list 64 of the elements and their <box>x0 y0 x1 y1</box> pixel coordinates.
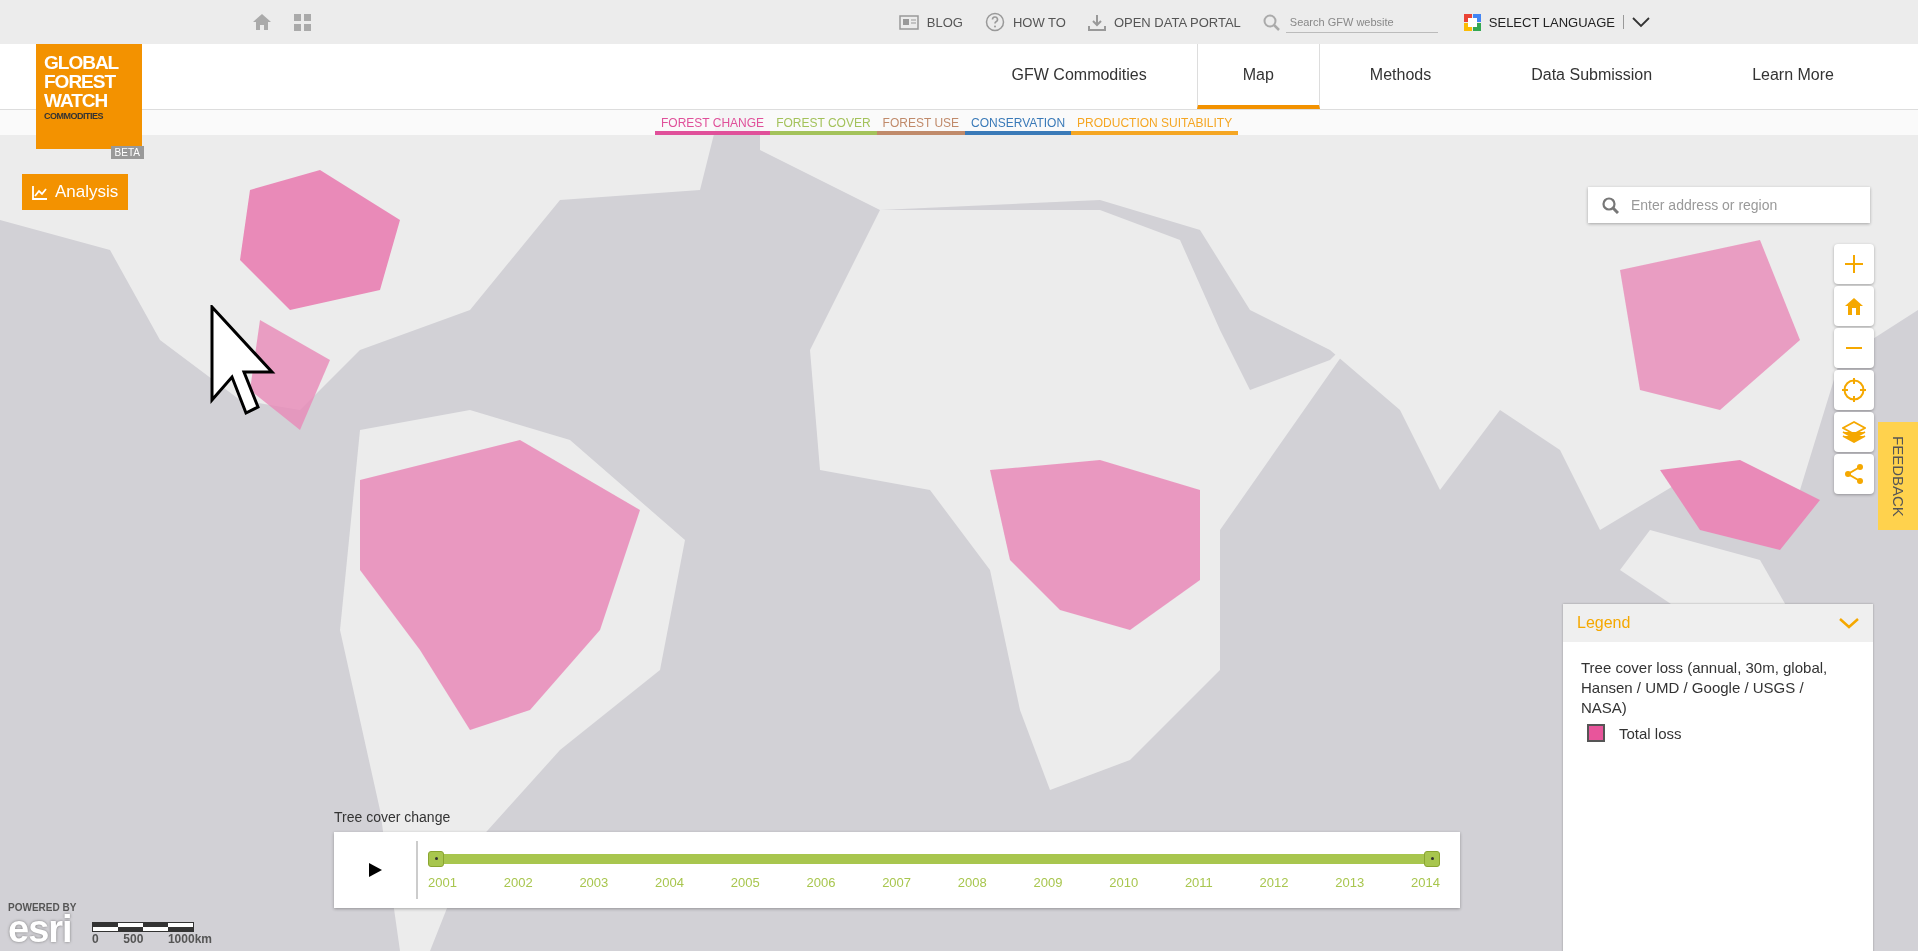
top-link[interactable]: OPEN DATA PORTAL <box>1087 13 1241 31</box>
scale-label: 500 <box>123 932 144 946</box>
year-label: 2010 <box>1109 874 1139 890</box>
legend-title: Legend <box>1577 614 1631 632</box>
home-icon <box>1844 296 1864 316</box>
scale-label: 0 <box>92 932 99 946</box>
year-label: 2006 <box>806 874 836 890</box>
nav-tab[interactable]: GFW Commodities <box>961 44 1197 109</box>
layer-tab[interactable]: FOREST CHANGE <box>655 110 771 135</box>
year-label: 2014 <box>1411 874 1440 890</box>
slider-handle[interactable] <box>1424 850 1440 867</box>
nav-tab[interactable]: Methods <box>1319 44 1482 109</box>
legend-layer-name: Tree cover loss (annual, 30m, global, Hansen / UMD / Google / USGS / NASA) <box>1581 658 1829 718</box>
address-search-field[interactable]: Enter address or region <box>1588 187 1870 223</box>
year-range-slider[interactable] <box>428 850 1440 867</box>
top-link[interactable]: BLOG <box>898 13 963 31</box>
share-icon <box>1843 463 1865 485</box>
blog-icon <box>898 13 919 31</box>
year-label: 2012 <box>1259 874 1289 890</box>
share-button[interactable] <box>1834 454 1874 494</box>
home-icon[interactable] <box>252 13 272 31</box>
translate-icon <box>1463 13 1481 31</box>
site-search-field[interactable]: Search GFW website <box>1285 11 1438 33</box>
minus-icon <box>1845 345 1863 351</box>
help-icon <box>984 12 1005 32</box>
download-icon <box>1087 13 1106 31</box>
grid-icon[interactable] <box>294 13 311 31</box>
year-label: 2011 <box>1184 874 1213 890</box>
layers-icon <box>1842 421 1866 443</box>
logo-subtitle: COMMODITIES <box>44 111 104 121</box>
crosshair-icon <box>1842 378 1866 402</box>
nav-tab[interactable]: Learn More <box>1702 44 1884 109</box>
slider-handle[interactable] <box>428 850 444 867</box>
chevron-down-icon[interactable] <box>1632 16 1650 28</box>
play-icon <box>367 862 383 878</box>
scale-label: 1000km <box>167 932 212 946</box>
chart-icon <box>32 184 48 200</box>
search-icon[interactable] <box>1262 13 1280 31</box>
beta-badge: BETA <box>110 146 144 159</box>
legend-swatch <box>1587 724 1605 742</box>
timeline-label: Tree cover change <box>334 809 451 825</box>
search-icon <box>1602 196 1619 214</box>
year-label: 2013 <box>1335 874 1365 890</box>
language-selector[interactable]: SELECT LANGUAGE <box>1488 14 1615 30</box>
nav-tab[interactable]: Data Submission <box>1481 44 1703 109</box>
year-label: 2007 <box>882 874 912 890</box>
zoom-out-button[interactable] <box>1834 328 1874 368</box>
legend-label: Total loss <box>1619 724 1682 742</box>
top-link[interactable]: HOW TO <box>984 12 1066 32</box>
year-label: 2003 <box>579 874 609 890</box>
year-label: 2002 <box>503 874 533 890</box>
year-label: 2008 <box>957 874 987 890</box>
zoom-in-button[interactable] <box>1834 244 1874 284</box>
year-label: 2001 <box>428 874 457 890</box>
year-label: 2005 <box>730 874 760 890</box>
locate-button[interactable] <box>1834 370 1874 410</box>
cursor-icon <box>210 305 276 417</box>
home-button[interactable] <box>1834 286 1874 326</box>
feedback-tab[interactable]: FEEDBACK <box>1878 422 1918 530</box>
year-label: 2009 <box>1033 874 1063 890</box>
plus-icon <box>1844 254 1864 274</box>
year-label: 2004 <box>655 874 684 890</box>
layers-button[interactable] <box>1834 412 1874 452</box>
layer-tab[interactable]: CONSERVATION <box>965 110 1072 135</box>
